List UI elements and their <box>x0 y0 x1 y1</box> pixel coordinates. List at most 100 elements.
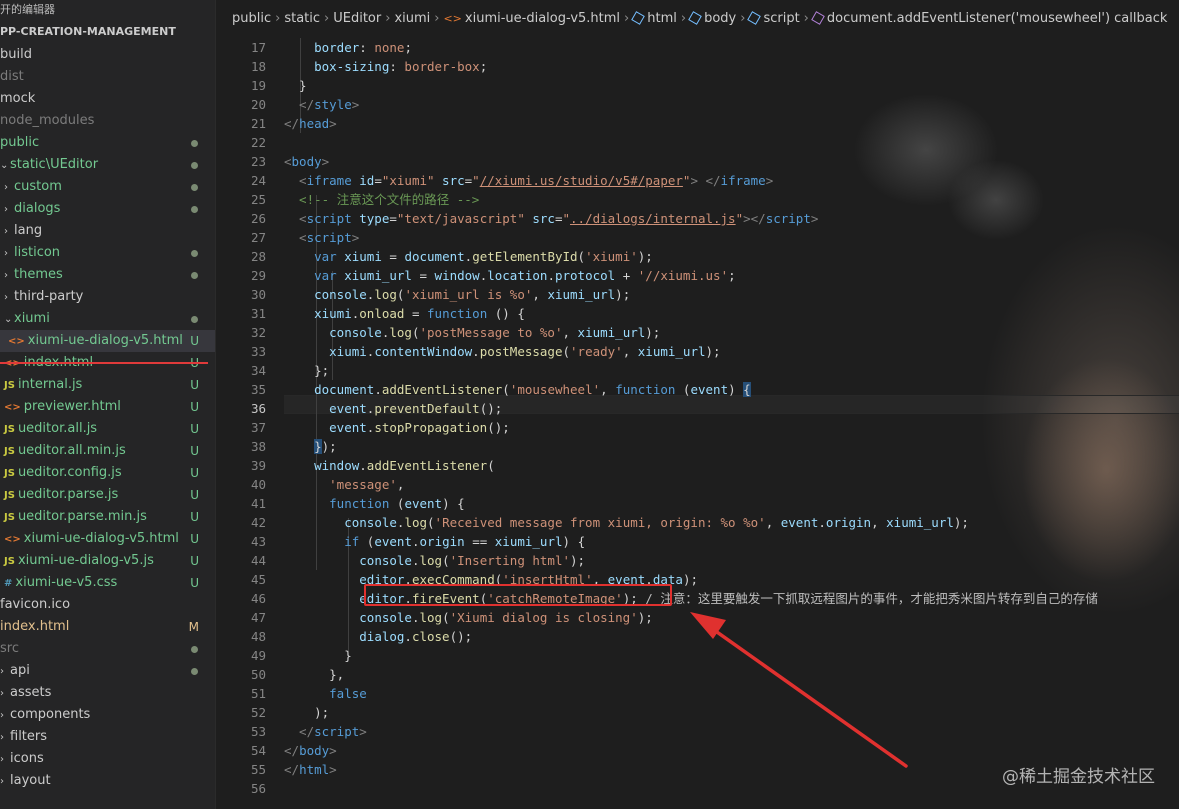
code-line[interactable]: border: none; <box>284 38 1098 57</box>
folder-item[interactable]: › themes <box>0 264 215 286</box>
code-line[interactable] <box>284 133 1098 152</box>
code-line[interactable]: console. log('Received message from xiumi… <box>284 513 1098 532</box>
folder-item[interactable]: › layout <box>0 770 215 792</box>
folder-item[interactable]: ⌄ static\UEditor <box>0 154 215 176</box>
code-line[interactable]: console.log('Inserting html'); <box>284 551 1098 570</box>
code-token: (); <box>479 401 503 416</box>
code-line[interactable]: 'message', <box>284 475 1098 494</box>
folder-item[interactable]: › icons <box>0 748 215 770</box>
code-line[interactable]: ); <box>284 703 1098 722</box>
file-item[interactable]: <> previewer.html U <box>0 396 215 418</box>
file-item[interactable]: JS internal.js U <box>0 374 215 396</box>
file-item[interactable]: public <box>0 132 215 154</box>
file-item[interactable]: src <box>0 638 215 660</box>
code-line[interactable]: window.addEventListener( <box>284 456 1098 475</box>
breadcrumb-item[interactable]: body <box>688 11 736 26</box>
file-item[interactable]: <> xiumi-ue-dialog-v5.html U <box>0 330 215 352</box>
symbol-cube-icon <box>811 11 825 25</box>
code-line[interactable]: xiumi.contentWindow.postMessage('ready',… <box>284 342 1098 361</box>
code-token: ); <box>284 705 330 720</box>
folder-item[interactable]: › assets <box>0 682 215 704</box>
tree-item-label: public <box>0 135 40 150</box>
code-line[interactable]: var xiumi_url = window.location.protocol… <box>284 266 1098 285</box>
code-editor[interactable]: 17 18 19 20 21 22 23 24 25 26 27 28 29 30 31 32 33 34 35 36… <box>216 38 1179 809</box>
folder-item[interactable]: › custom <box>0 176 215 198</box>
code-lines[interactable]: border: none; box-sizing: border-box; } … <box>284 38 1098 798</box>
project-header[interactable]: PP-CREATION-MANAGEMENT <box>0 22 215 44</box>
code-line[interactable]: <script> <box>284 228 1098 247</box>
file-item[interactable]: index.html M <box>0 616 215 638</box>
code-line[interactable]: <body> <box>284 152 1098 171</box>
folder-item[interactable]: › filters <box>0 726 215 748</box>
file-item[interactable]: JS xiumi-ue-dialog-v5.js U <box>0 550 215 572</box>
code-line[interactable]: </head> <box>284 114 1098 133</box>
folder-item[interactable]: › lang <box>0 220 215 242</box>
breadcrumb-item[interactable]: static <box>284 11 320 26</box>
code-line[interactable]: }); <box>284 437 1098 456</box>
file-item[interactable]: JS ueditor.config.js U <box>0 462 215 484</box>
chevron-right-icon: › <box>803 11 809 26</box>
code-line[interactable]: event.preventDefault(); <box>284 399 1098 418</box>
file-item[interactable]: node_modules <box>0 110 215 132</box>
breadcrumb-item[interactable]: public <box>232 11 271 26</box>
code-line[interactable]: console.log('Xiumi dialog is closing'); <box>284 608 1098 627</box>
file-item[interactable]: JS ueditor.all.js U <box>0 418 215 440</box>
code-line[interactable]: function (event) { <box>284 494 1098 513</box>
folder-item[interactable]: › api <box>0 660 215 682</box>
code-line[interactable]: }, <box>284 665 1098 684</box>
folder-item[interactable]: ⌄ xiumi <box>0 308 215 330</box>
code-line[interactable]: } <box>284 76 1098 95</box>
code-line[interactable]: } <box>284 646 1098 665</box>
open-editors-header[interactable]: 开的编辑器 <box>0 0 215 22</box>
file-item[interactable]: favicon.ico <box>0 594 215 616</box>
code-line[interactable]: box-sizing: border-box; <box>284 57 1098 76</box>
file-item[interactable]: JS ueditor.parse.js U <box>0 484 215 506</box>
code-line[interactable]: <script type="text/javascript" src="../d… <box>284 209 1098 228</box>
code-token: 注意这个文件的路径 <box>336 192 450 207</box>
file-item[interactable]: # xiumi-ue-v5.css U <box>0 572 215 594</box>
breadcrumb-item[interactable]: html <box>631 11 677 26</box>
code-line[interactable]: console.log('xiumi_url is %o', xiumi_url… <box>284 285 1098 304</box>
folder-item[interactable]: › dialogs <box>0 198 215 220</box>
line-number: 55 <box>250 762 266 777</box>
folder-item[interactable]: › third-party <box>0 286 215 308</box>
code-line[interactable]: </body> <box>284 741 1098 760</box>
breadcrumb-item[interactable]: xiumi <box>394 11 430 26</box>
file-item[interactable]: build <box>0 44 215 66</box>
chevron-right-icon: › <box>4 270 8 281</box>
code-line[interactable]: event.stopPropagation(); <box>284 418 1098 437</box>
line-number: 23 <box>250 154 266 169</box>
code-line[interactable]: console.log('postMessage to %o', xiumi_u… <box>284 323 1098 342</box>
code-line[interactable]: </script> <box>284 722 1098 741</box>
tree-item-label: custom <box>14 179 62 194</box>
chevron-right-icon: › <box>434 11 440 26</box>
file-item[interactable]: JS ueditor.all.min.js U <box>0 440 215 462</box>
code-line[interactable]: }; <box>284 361 1098 380</box>
file-item[interactable]: <> xiumi-ue-dialog-v5.html U <box>0 528 215 550</box>
code-line[interactable]: <iframe id="xiumi" src="//xiumi.us/studi… <box>284 171 1098 190</box>
file-item[interactable]: mock <box>0 88 215 110</box>
code-line[interactable]: dialog.close(); <box>284 627 1098 646</box>
folder-item[interactable]: › listicon <box>0 242 215 264</box>
folder-item[interactable]: › components <box>0 704 215 726</box>
breadcrumb-item[interactable]: document.addEventListener('mousewheel') … <box>811 11 1167 26</box>
code-line[interactable]: <!-- 注意这个文件的路径 --> <box>284 190 1098 209</box>
code-token: . <box>404 629 412 644</box>
code-line[interactable]: </html> <box>284 760 1098 779</box>
breadcrumb-item[interactable]: script <box>747 11 800 26</box>
file-item[interactable]: dist <box>0 66 215 88</box>
css-file-icon: # <box>4 578 13 589</box>
breadcrumb-item[interactable]: <> xiumi-ue-dialog-v5.html <box>443 11 620 26</box>
code-line[interactable] <box>284 779 1098 798</box>
breadcrumb-item[interactable]: UEditor <box>333 11 381 26</box>
code-line[interactable]: </style> <box>284 95 1098 114</box>
file-item[interactable]: JS ueditor.parse.min.js U <box>0 506 215 528</box>
code-line[interactable]: if (event.origin == xiumi_url) { <box>284 532 1098 551</box>
code-line[interactable]: false <box>284 684 1098 703</box>
code-line[interactable]: var xiumi = document.getElementById('xiu… <box>284 247 1098 266</box>
code-token: event <box>329 420 367 435</box>
code-line[interactable]: xiumi.onload = function () { <box>284 304 1098 323</box>
code-line[interactable]: document.addEventListener('mousewheel', … <box>284 380 1098 399</box>
